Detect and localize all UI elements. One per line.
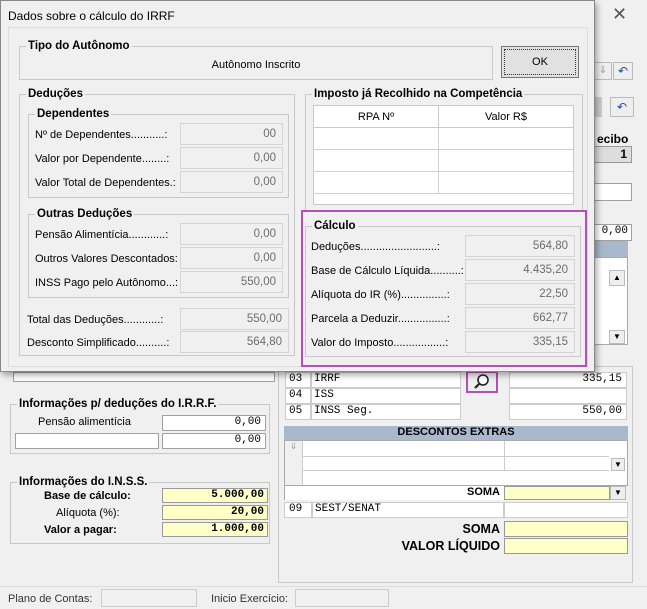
pensao-alimenticia-label: Pensão alimentícia bbox=[38, 416, 131, 428]
inss-title: Informações do I.N.S.S. bbox=[17, 476, 150, 488]
outras-deducoes-title: Outras Deduções bbox=[35, 208, 135, 220]
iss-value bbox=[509, 388, 627, 404]
inss-seg-value: 550,00 bbox=[509, 404, 627, 420]
toolbar-button-blank[interactable] bbox=[594, 97, 602, 117]
calc-deducoes-label: Deduções.........................: bbox=[311, 241, 440, 253]
valor-dependente-field: 0,00 bbox=[180, 147, 283, 169]
sest-code: 09 bbox=[284, 502, 312, 518]
plano-contas-label: Plano de Contas: bbox=[8, 593, 93, 605]
desconto-simplificado-label: Desconto Simplificado..........: bbox=[27, 337, 170, 349]
deducoes-title: Deduções bbox=[26, 88, 85, 100]
calc-aliquota-field: 22,50 bbox=[465, 283, 575, 305]
soma2-label: SOMA bbox=[462, 522, 501, 536]
inss-base-label: Base de cálculo: bbox=[44, 490, 131, 502]
down-arrow-icon[interactable]: ⇓ bbox=[594, 62, 612, 80]
tipo-autonomo-title: Tipo do Autônomo bbox=[26, 40, 132, 52]
recibo-value: 1 bbox=[594, 146, 632, 163]
ok-button[interactable]: OK bbox=[501, 46, 579, 78]
magnifier-icon bbox=[474, 374, 489, 389]
irrf-dialog: Dados sobre o cálculo do IRRF Tipo do Au… bbox=[0, 0, 595, 372]
scroll-down-icon-2[interactable]: ▼ bbox=[611, 458, 625, 471]
iss-code: 04 bbox=[285, 388, 311, 404]
calc-base-label: Base de Cálculo Líquida..........: bbox=[311, 265, 464, 277]
inss-valor-label: Valor a pagar: bbox=[44, 524, 117, 536]
inss-aliquota-label: Alíquota (%): bbox=[56, 507, 120, 519]
valor-dependente-label: Valor por Dependente........: bbox=[35, 153, 170, 165]
pensao-input[interactable] bbox=[15, 433, 159, 449]
soma2-value bbox=[504, 521, 628, 537]
valor-total-dependentes-field: 0,00 bbox=[180, 171, 283, 193]
total-deducoes-field: 550,00 bbox=[180, 308, 289, 330]
num-dependentes-field: 00 bbox=[180, 123, 283, 145]
num-dependentes-label: Nº de Dependentes...........: bbox=[35, 129, 168, 141]
calc-valor-imposto-field: 335,15 bbox=[465, 331, 575, 353]
sest-row: 09 SEST/SENAT bbox=[284, 502, 628, 518]
calculo-title: Cálculo bbox=[312, 220, 358, 232]
scroll-up-icon[interactable]: ▲ bbox=[609, 270, 625, 286]
scroll-down-icon[interactable]: ▼ bbox=[609, 330, 625, 344]
inss-pago-label: INSS Pago pelo Autônomo...: bbox=[35, 277, 179, 289]
inss-base-value: 5.000,00 bbox=[162, 488, 268, 503]
calc-base-field: 4.435,20 bbox=[465, 259, 575, 281]
pensao-value-2[interactable]: 0,00 bbox=[162, 433, 266, 449]
valor-total-dependentes-label: Valor Total de Dependentes.: bbox=[35, 177, 176, 189]
dependentes-title: Dependentes bbox=[35, 108, 112, 120]
valor-liquido-label: VALOR LÍQUIDO bbox=[401, 539, 500, 553]
background-left-top-box bbox=[13, 372, 275, 382]
descontos-extras-grid[interactable]: ⇓ ▼ bbox=[284, 440, 628, 486]
tipo-autonomo-value: Autônomo Inscrito bbox=[211, 59, 301, 71]
valor-column-header: Valor R$ bbox=[485, 111, 527, 123]
outros-valores-label: Outros Valores Descontados: bbox=[35, 253, 178, 265]
inicio-exercicio-value bbox=[295, 589, 389, 607]
imposto-table[interactable]: RPA Nº Valor R$ bbox=[313, 105, 574, 205]
calc-deducoes-field: 564,80 bbox=[465, 235, 575, 257]
footer-divider bbox=[0, 586, 647, 587]
search-irrf-button[interactable] bbox=[466, 371, 498, 393]
inss-aliquota-value: 20,00 bbox=[162, 505, 268, 520]
inss-seg-code: 05 bbox=[285, 404, 311, 420]
imposto-recolhido-title: Imposto já Recolhido na Competência bbox=[312, 88, 525, 100]
outros-valores-field: 0,00 bbox=[180, 247, 283, 269]
desconto-simplificado-field: 564,80 bbox=[180, 331, 289, 353]
soma-label: SOMA bbox=[284, 486, 504, 500]
irrf-value: 335,15 bbox=[509, 372, 627, 388]
irrf-table: 03 IRRF 335,15 04 ISS 05 INSS Seg. 550,0… bbox=[285, 372, 629, 420]
recibo-label: ecibo bbox=[597, 132, 629, 146]
undo-icon-2[interactable]: ↶ bbox=[610, 97, 634, 117]
rpa-column-header: RPA Nº bbox=[314, 106, 439, 127]
background-header-bar bbox=[594, 241, 628, 257]
inss-seg-name: INSS Seg. bbox=[311, 404, 461, 420]
calc-parcela-label: Parcela a Deduzir................: bbox=[311, 313, 450, 325]
total-deducoes-label: Total das Deduções............: bbox=[27, 314, 164, 326]
pensao-value-1[interactable]: 0,00 bbox=[162, 415, 266, 431]
sest-name: SEST/SENAT bbox=[312, 502, 504, 518]
inicio-exercicio-label: Inicio Exercício: bbox=[211, 593, 289, 605]
calc-valor-imposto-label: Valor do Imposto.................: bbox=[311, 337, 449, 349]
inss-pago-field: 550,00 bbox=[180, 271, 283, 293]
plano-contas-value bbox=[101, 589, 197, 607]
pensao-field: 0,00 bbox=[180, 223, 283, 245]
descontos-extras-header: DESCONTOS EXTRAS bbox=[284, 426, 628, 440]
background-close-icon[interactable]: ✕ bbox=[612, 4, 627, 25]
irrf-name: IRRF bbox=[311, 372, 461, 388]
scroll-down-icon-3[interactable]: ▼ bbox=[610, 486, 626, 500]
valor-liquido-value bbox=[504, 538, 628, 554]
calc-aliquota-label: Alíquota do IR (%)...............: bbox=[311, 289, 450, 301]
iss-name: ISS bbox=[311, 388, 461, 404]
soma-value bbox=[504, 486, 610, 500]
inss-valor-value: 1.000,00 bbox=[162, 522, 268, 537]
background-right-value: 0,00 bbox=[594, 224, 632, 241]
tipo-autonomo-group: Tipo do Autônomo Autônomo Inscrito bbox=[19, 40, 493, 80]
irrf-code: 03 bbox=[285, 372, 311, 388]
calc-parcela-field: 662,77 bbox=[465, 307, 575, 329]
undo-icon[interactable]: ↶ bbox=[613, 62, 633, 80]
dialog-title: Dados sobre o cálculo do IRRF bbox=[8, 9, 175, 23]
background-input[interactable] bbox=[594, 183, 632, 201]
deducoes-irrf-title: Informações p/ deduções do I.R.R.F. bbox=[17, 398, 219, 410]
pensao-label: Pensão Alimentícia............: bbox=[35, 229, 169, 241]
